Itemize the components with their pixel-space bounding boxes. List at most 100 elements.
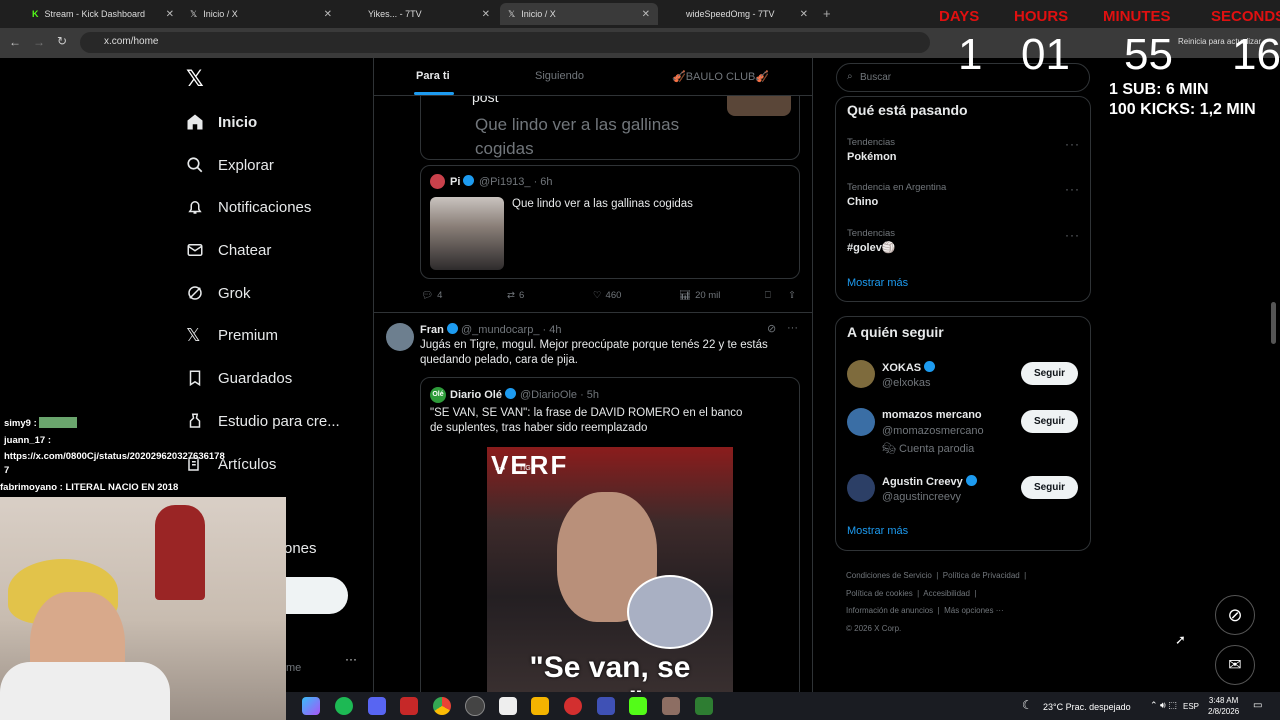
sidebar-item-chatear[interactable]: Chatear	[186, 235, 271, 265]
back-arrow-icon[interactable]: ←	[9, 35, 21, 49]
sidebar-item-estudio[interactable]: Estudio para cre...	[186, 406, 340, 436]
follow-name[interactable]: momazos mercano	[882, 409, 982, 421]
follow-button[interactable]: Seguir	[1021, 476, 1078, 499]
post-divider	[374, 312, 812, 313]
avatar[interactable]	[386, 323, 414, 351]
obs-icon[interactable]	[465, 696, 485, 716]
tab-7tv-widespeed[interactable]: wideSpeedOmg - 7TV ✕	[658, 3, 816, 25]
app-icon[interactable]	[695, 697, 713, 715]
language-indicator[interactable]: ESP	[1183, 702, 1199, 711]
sidebar-item-guardados[interactable]: Guardados	[186, 363, 292, 393]
tab-siguiendo[interactable]: Siguiendo	[535, 70, 584, 82]
sidebar-item-grok[interactable]: Grok	[186, 278, 251, 308]
close-icon[interactable]: ✕	[166, 9, 174, 20]
post-author[interactable]: Fran	[420, 323, 458, 336]
footer-link[interactable]: Política de Privacidad	[943, 571, 1020, 580]
avatar[interactable]	[847, 408, 875, 436]
grok-icon[interactable]: ⊘	[767, 322, 776, 335]
reply-icon: 💬︎	[421, 290, 434, 301]
tray-icons[interactable]: ⌃ 🔊︎ ⬚	[1150, 700, 1177, 711]
close-icon[interactable]: ✕	[642, 9, 650, 20]
new-tab-button[interactable]: +	[823, 6, 831, 21]
tab-kick-dashboard[interactable]: K Stream - Kick Dashboard ✕	[24, 3, 182, 25]
more-options-icon[interactable]: ···	[787, 322, 798, 334]
follow-name[interactable]: Agustin Creevy	[882, 475, 977, 488]
studio-icon	[189, 413, 201, 428]
reload-icon[interactable]: ↻	[57, 34, 67, 48]
grok-fab[interactable]: ⊘	[1215, 595, 1255, 635]
close-icon[interactable]: ✕	[482, 9, 490, 20]
footer-link[interactable]: Información de anuncios	[846, 606, 933, 615]
close-icon[interactable]: ✕	[324, 9, 332, 20]
footer-links: Condiciones de Servicio | Política de Pr…	[846, 571, 1027, 633]
post-handle: @_mundocarp_ · 4h	[461, 324, 562, 336]
repost-button[interactable]: ⇄ 6	[507, 290, 524, 301]
image-inset-circle	[627, 575, 713, 649]
post-text: Jugás en Tigre, mogul. Mejor preocúpate …	[420, 339, 768, 366]
avatar[interactable]	[847, 474, 875, 502]
weather-text[interactable]: 23°C Prac. despejado	[1043, 702, 1131, 712]
tab-inicio-x[interactable]: 𝕏 Inicio / X ✕	[182, 3, 340, 25]
tab-inicio-x-active[interactable]: 𝕏 Inicio / X ✕	[500, 3, 658, 25]
follow-name[interactable]: XOKAS	[882, 361, 936, 374]
forward-arrow-icon[interactable]: →	[33, 35, 45, 49]
app-icon[interactable]	[400, 697, 418, 715]
close-icon[interactable]: ✕	[800, 9, 808, 20]
inner-post-author[interactable]: Pi	[450, 175, 475, 188]
post-button[interactable]	[286, 577, 348, 614]
tab-7tv-yikes[interactable]: Yikes... - 7TV ✕	[340, 3, 498, 25]
parody-icon: 🎭︎	[882, 443, 896, 455]
timer-rule-kicks: 100 KICKS: 1,2 MIN	[1109, 101, 1256, 118]
follow-button[interactable]: Seguir	[1021, 410, 1078, 433]
url-field[interactable]: x.com/home	[80, 32, 930, 53]
more-options-icon[interactable]: ···	[1065, 182, 1080, 196]
show-more-trends[interactable]: Mostrar más	[847, 277, 908, 289]
app-icon[interactable]	[662, 697, 680, 715]
like-button[interactable]: ♡ 460	[593, 290, 621, 301]
spotify-icon[interactable]	[335, 697, 353, 715]
folder-icon[interactable]	[531, 697, 549, 715]
bookmark-button[interactable]: ⎕	[765, 290, 771, 301]
reply-button[interactable]: 💬︎ 4	[421, 290, 442, 301]
tab-baulo-club[interactable]: 🎻BAULO CLUB🎻	[672, 70, 769, 83]
clock[interactable]: 3:48 AM 2/8/2026	[1208, 695, 1239, 717]
sidebar-item-premium[interactable]: 𝕏 Premium	[186, 320, 278, 350]
messages-fab[interactable]: ✉	[1215, 645, 1255, 685]
sidebar-item-more-partial[interactable]: ones	[284, 540, 317, 557]
trend-name[interactable]: #golev🏐	[847, 241, 896, 254]
avatar[interactable]	[430, 174, 445, 189]
tab-para-ti[interactable]: Para ti	[416, 70, 450, 82]
sidebar-item-explorar[interactable]: Explorar	[186, 150, 274, 180]
follow-button[interactable]: Seguir	[1021, 362, 1078, 385]
kick-icon[interactable]	[629, 697, 647, 715]
trend-name[interactable]: Chino	[847, 196, 878, 208]
x-logo-icon[interactable]: 𝕏	[186, 66, 204, 92]
chrome-icon[interactable]	[433, 697, 451, 715]
views-button[interactable]: 📊︎ 20 mil	[679, 290, 720, 301]
notification-icon[interactable]: ▭	[1253, 700, 1262, 711]
share-button[interactable]: ⇪	[788, 290, 796, 301]
account-menu-icon[interactable]: ···	[345, 652, 357, 666]
opera-icon[interactable]	[564, 697, 582, 715]
discord-icon[interactable]	[368, 697, 386, 715]
trend-name[interactable]: Pokémon	[847, 151, 897, 163]
footer-link[interactable]: Accesibilidad	[923, 589, 970, 598]
more-options-icon[interactable]: ···	[1065, 228, 1080, 242]
footer-link[interactable]: Más opciones ···	[944, 606, 1004, 615]
scrollbar-thumb[interactable]	[1271, 302, 1276, 344]
quote-image[interactable]: VERF 1-4 TIG "Se van, se van"	[487, 447, 733, 697]
app-icon[interactable]	[597, 697, 615, 715]
quoted-post-thumbnail[interactable]	[727, 94, 791, 116]
footer-link[interactable]: Condiciones de Servicio	[846, 571, 932, 580]
show-more-follows[interactable]: Mostrar más	[847, 525, 908, 537]
search-icon	[187, 157, 203, 173]
app-icon[interactable]	[499, 697, 517, 715]
more-options-icon[interactable]: ···	[1065, 137, 1080, 151]
inner-post-image[interactable]	[430, 197, 504, 270]
quote-author[interactable]: Diario Olé	[450, 388, 517, 401]
avatar[interactable]	[847, 360, 875, 388]
copilot-icon[interactable]	[302, 697, 320, 715]
sidebar-item-inicio[interactable]: Inicio	[186, 107, 257, 137]
footer-link[interactable]: Política de cookies	[846, 589, 913, 598]
sidebar-item-notificaciones[interactable]: Notificaciones	[186, 192, 311, 222]
